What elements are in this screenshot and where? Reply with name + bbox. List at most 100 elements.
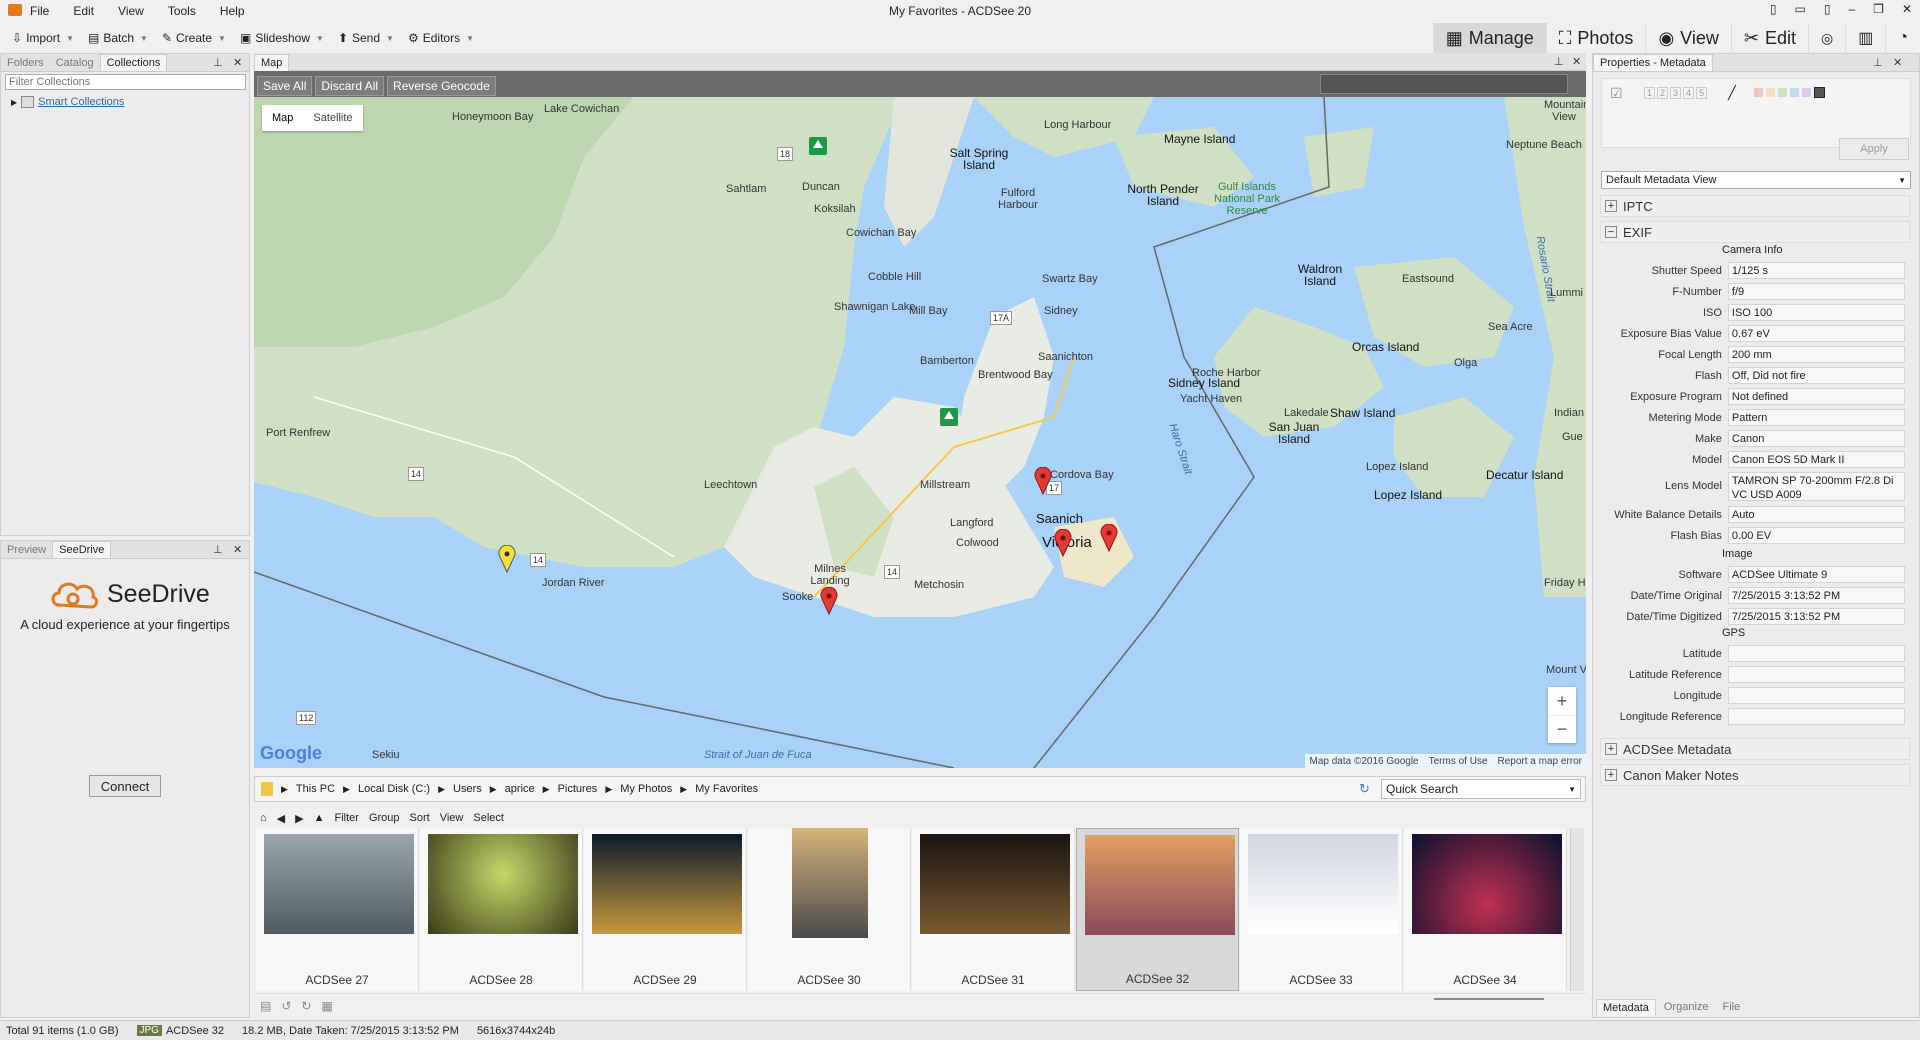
layout-left-icon[interactable]: ▯ (1770, 2, 1777, 16)
connect-button[interactable]: Connect (89, 775, 161, 797)
field-value[interactable]: 1/125 s (1727, 262, 1905, 279)
map-pin-red-icon[interactable] (1100, 524, 1118, 552)
tree-item-smart-collections[interactable]: ▶ Smart Collections (11, 96, 124, 108)
restore-icon[interactable]: ❐ (1873, 2, 1884, 16)
close-icon[interactable]: ✕ (233, 543, 242, 556)
apply-button[interactable]: Apply (1839, 138, 1909, 160)
field-value[interactable]: Off, Did not fire (1727, 367, 1905, 384)
save-all-button[interactable]: Save All (257, 75, 313, 96)
group-menu[interactable]: Group (369, 812, 400, 824)
rating-5[interactable]: 5 (1696, 87, 1708, 99)
field-value[interactable]: Not defined (1727, 388, 1905, 405)
minimize-icon[interactable]: – (1848, 2, 1855, 16)
compare-icon[interactable]: ▦ (321, 999, 332, 1013)
tab-map[interactable]: Map (254, 54, 290, 71)
thumbnail-item[interactable]: ACDSee 34 (1404, 828, 1567, 991)
up-icon[interactable]: ▲ (314, 812, 325, 824)
back-icon[interactable]: ◀ (277, 812, 285, 825)
rating-4[interactable]: 4 (1683, 87, 1695, 99)
zoom-slider[interactable] (1434, 998, 1544, 1010)
filter-collections-input[interactable] (5, 74, 246, 90)
breadcrumb-item[interactable]: Pictures (558, 783, 598, 795)
field-value[interactable]: Canon (1727, 430, 1905, 447)
field-value[interactable]: 7/25/2015 3:13:52 PM (1727, 608, 1905, 625)
rotate-left-icon[interactable]: ↺ (281, 999, 291, 1013)
tab-collections[interactable]: Collections (99, 54, 168, 71)
grid-icon[interactable]: ▤ (260, 999, 271, 1013)
color-label-green[interactable] (1778, 88, 1787, 97)
breadcrumb-item[interactable]: Local Disk (C:) (358, 783, 430, 795)
section-acdsee-metadata[interactable]: + ACDSee Metadata (1600, 738, 1910, 760)
field-value[interactable]: Canon EOS 5D Mark II (1727, 451, 1905, 468)
layout-top-icon[interactable]: ▭ (1795, 2, 1806, 16)
batch-button[interactable]: ▤ Batch ▼ (88, 31, 148, 45)
zoom-out-button[interactable]: − (1548, 715, 1576, 743)
rating-2[interactable]: 2 (1657, 87, 1669, 99)
field-value[interactable]: Pattern (1727, 409, 1905, 426)
quick-search-input[interactable]: Quick Search ▼ (1381, 779, 1581, 799)
send-button[interactable]: ⬆ Send ▼ (338, 31, 394, 45)
field-value[interactable]: Auto (1727, 506, 1905, 523)
tab-organize[interactable]: Organize (1658, 999, 1715, 1015)
view-menu[interactable]: View (440, 812, 464, 824)
rating-1[interactable]: 1 (1644, 87, 1656, 99)
zoom-in-button[interactable]: + (1548, 687, 1576, 715)
pencil-icon[interactable]: ╱ (1728, 85, 1736, 101)
pin-icon[interactable]: ⊥ (213, 56, 223, 69)
discard-all-button[interactable]: Discard All (315, 75, 385, 96)
thumbnail-item-selected[interactable]: ACDSee 32 (1076, 828, 1239, 991)
map-pin-red-icon[interactable] (1054, 529, 1072, 557)
mode-manage[interactable]: ▦ Manage (1432, 23, 1546, 53)
field-value[interactable]: 200 mm (1727, 346, 1905, 363)
thumbnail-item[interactable]: ACDSee 27 (256, 828, 419, 991)
field-value[interactable]: 0.00 EV (1727, 527, 1905, 544)
field-value[interactable]: ACDSee Ultimate 9 (1727, 566, 1905, 583)
map-view[interactable]: Map Satellite Honeymoon Bay Lake Cowicha… (254, 97, 1586, 768)
select-menu[interactable]: Select (473, 812, 504, 824)
refresh-icon[interactable]: ↻ (1359, 781, 1370, 797)
breadcrumb-item[interactable]: My Photos (620, 783, 672, 795)
thumbnail-scrollbar[interactable] (1570, 828, 1584, 991)
expand-icon[interactable]: ▶ (11, 98, 17, 107)
terms-link[interactable]: Terms of Use (1429, 756, 1488, 767)
forward-icon[interactable]: ▶ (295, 812, 303, 825)
breadcrumb-item[interactable]: This PC (296, 783, 335, 795)
section-iptc[interactable]: + IPTC (1600, 195, 1910, 217)
create-button[interactable]: ✎ Create ▼ (162, 31, 226, 45)
field-value[interactable]: ISO 100 (1727, 304, 1905, 321)
section-exif[interactable]: − EXIF (1600, 221, 1910, 243)
close-icon[interactable]: ✕ (1902, 2, 1912, 16)
slideshow-button[interactable]: ▣ Slideshow ▼ (240, 31, 324, 45)
thumbnail-item[interactable]: ACDSee 30 (748, 828, 911, 991)
rotate-right-icon[interactable]: ↻ (301, 999, 311, 1013)
tab-metadata[interactable]: Metadata (1596, 998, 1656, 1016)
field-value[interactable] (1727, 708, 1905, 725)
close-icon[interactable]: ✕ (1572, 55, 1581, 68)
section-canon-maker-notes[interactable]: + Canon Maker Notes (1600, 764, 1910, 786)
layout-right-icon[interactable]: ▯ (1824, 2, 1831, 16)
field-value[interactable] (1727, 666, 1905, 683)
color-label-purple[interactable] (1802, 88, 1811, 97)
editors-button[interactable]: ⚙ Editors ▼ (408, 31, 474, 45)
thumbnail-item[interactable]: ACDSee 33 (1240, 828, 1403, 991)
chevron-down-icon[interactable]: ▼ (1568, 785, 1576, 794)
color-label-red[interactable] (1754, 88, 1763, 97)
365-button[interactable]: ◎ (1807, 23, 1845, 53)
tab-catalog[interactable]: Catalog (50, 55, 100, 71)
map-type-satellite[interactable]: Satellite (303, 112, 362, 124)
mode-photos[interactable]: ⛶ Photos (1545, 23, 1646, 53)
map-search-input[interactable] (1320, 74, 1568, 94)
mode-edit[interactable]: ✂ Edit (1730, 23, 1808, 53)
color-label-none[interactable] (1814, 87, 1825, 98)
color-label-yellow[interactable] (1766, 88, 1775, 97)
mode-view[interactable]: ◉ View (1645, 23, 1730, 53)
breadcrumb-item[interactable]: Users (453, 783, 482, 795)
develop-button[interactable]: ◔ (1885, 23, 1920, 53)
pin-icon[interactable]: ⊥ (1873, 56, 1883, 69)
breadcrumb-item[interactable]: aprice (505, 783, 535, 795)
field-value[interactable] (1727, 645, 1905, 662)
color-label-blue[interactable] (1790, 88, 1799, 97)
field-value[interactable]: 0.67 eV (1727, 325, 1905, 342)
map-pin-yellow-icon[interactable] (498, 545, 516, 573)
close-icon[interactable]: ✕ (1893, 56, 1902, 69)
